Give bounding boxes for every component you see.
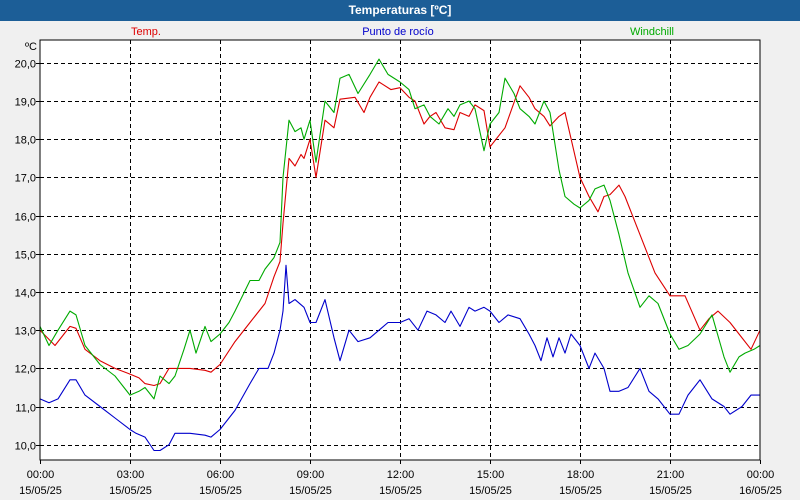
chart-canvas: 10,0 11,0 12,0 13,0 14,0 15,0 16,0 17,0 18,0 19,0… (15, 26, 782, 497)
x-tick-time: 15:00 (477, 469, 505, 481)
x-tick-time: 03:00 (117, 469, 145, 481)
y-tick-label: 19,0 (15, 97, 36, 109)
y-tick-label: 20,0 (15, 59, 36, 71)
y-tick-label: 18,0 (15, 135, 36, 147)
y-tick-label: 12,0 (15, 364, 36, 376)
y-axis-unit: ºC (25, 41, 37, 53)
legend-entry-windchill: Windchill (630, 26, 674, 38)
y-tick-label: 11,0 (15, 403, 36, 415)
x-tick-date: 15/05/25 (559, 485, 602, 497)
x-tick-date: 15/05/25 (109, 485, 152, 497)
x-tick-time: 00:00 (747, 469, 775, 481)
x-tick-date: 15/05/25 (649, 485, 692, 497)
x-tick-time: 12:00 (387, 469, 415, 481)
y-tick-label: 17,0 (15, 173, 36, 185)
x-tick-date: 15/05/25 (19, 485, 62, 497)
legend-entry-punto-de-rocio: Punto de rocío (362, 26, 434, 38)
x-tick-time: 09:00 (297, 469, 325, 481)
y-tick-label: 14,0 (15, 288, 36, 300)
y-tick-label: 13,0 (15, 326, 36, 338)
legend: Temp. Punto de rocío Windchill (131, 26, 674, 38)
x-tick-time: 00:00 (27, 469, 55, 481)
legend-entry-temp: Temp. (131, 26, 161, 38)
y-tick-label: 15,0 (15, 250, 36, 262)
x-tick-date: 15/05/25 (469, 485, 512, 497)
x-tick-time: 18:00 (567, 469, 595, 481)
x-tick-date: 15/05/25 (379, 485, 422, 497)
x-tick-date: 15/05/25 (289, 485, 332, 497)
x-tick-time: 21:00 (657, 469, 685, 481)
x-tick-date: 15/05/25 (199, 485, 242, 497)
y-tick-label: 10,0 (15, 441, 36, 453)
x-tick-time: 06:00 (207, 469, 235, 481)
x-tick-date: 16/05/25 (739, 485, 782, 497)
y-tick-label: 16,0 (15, 212, 36, 224)
